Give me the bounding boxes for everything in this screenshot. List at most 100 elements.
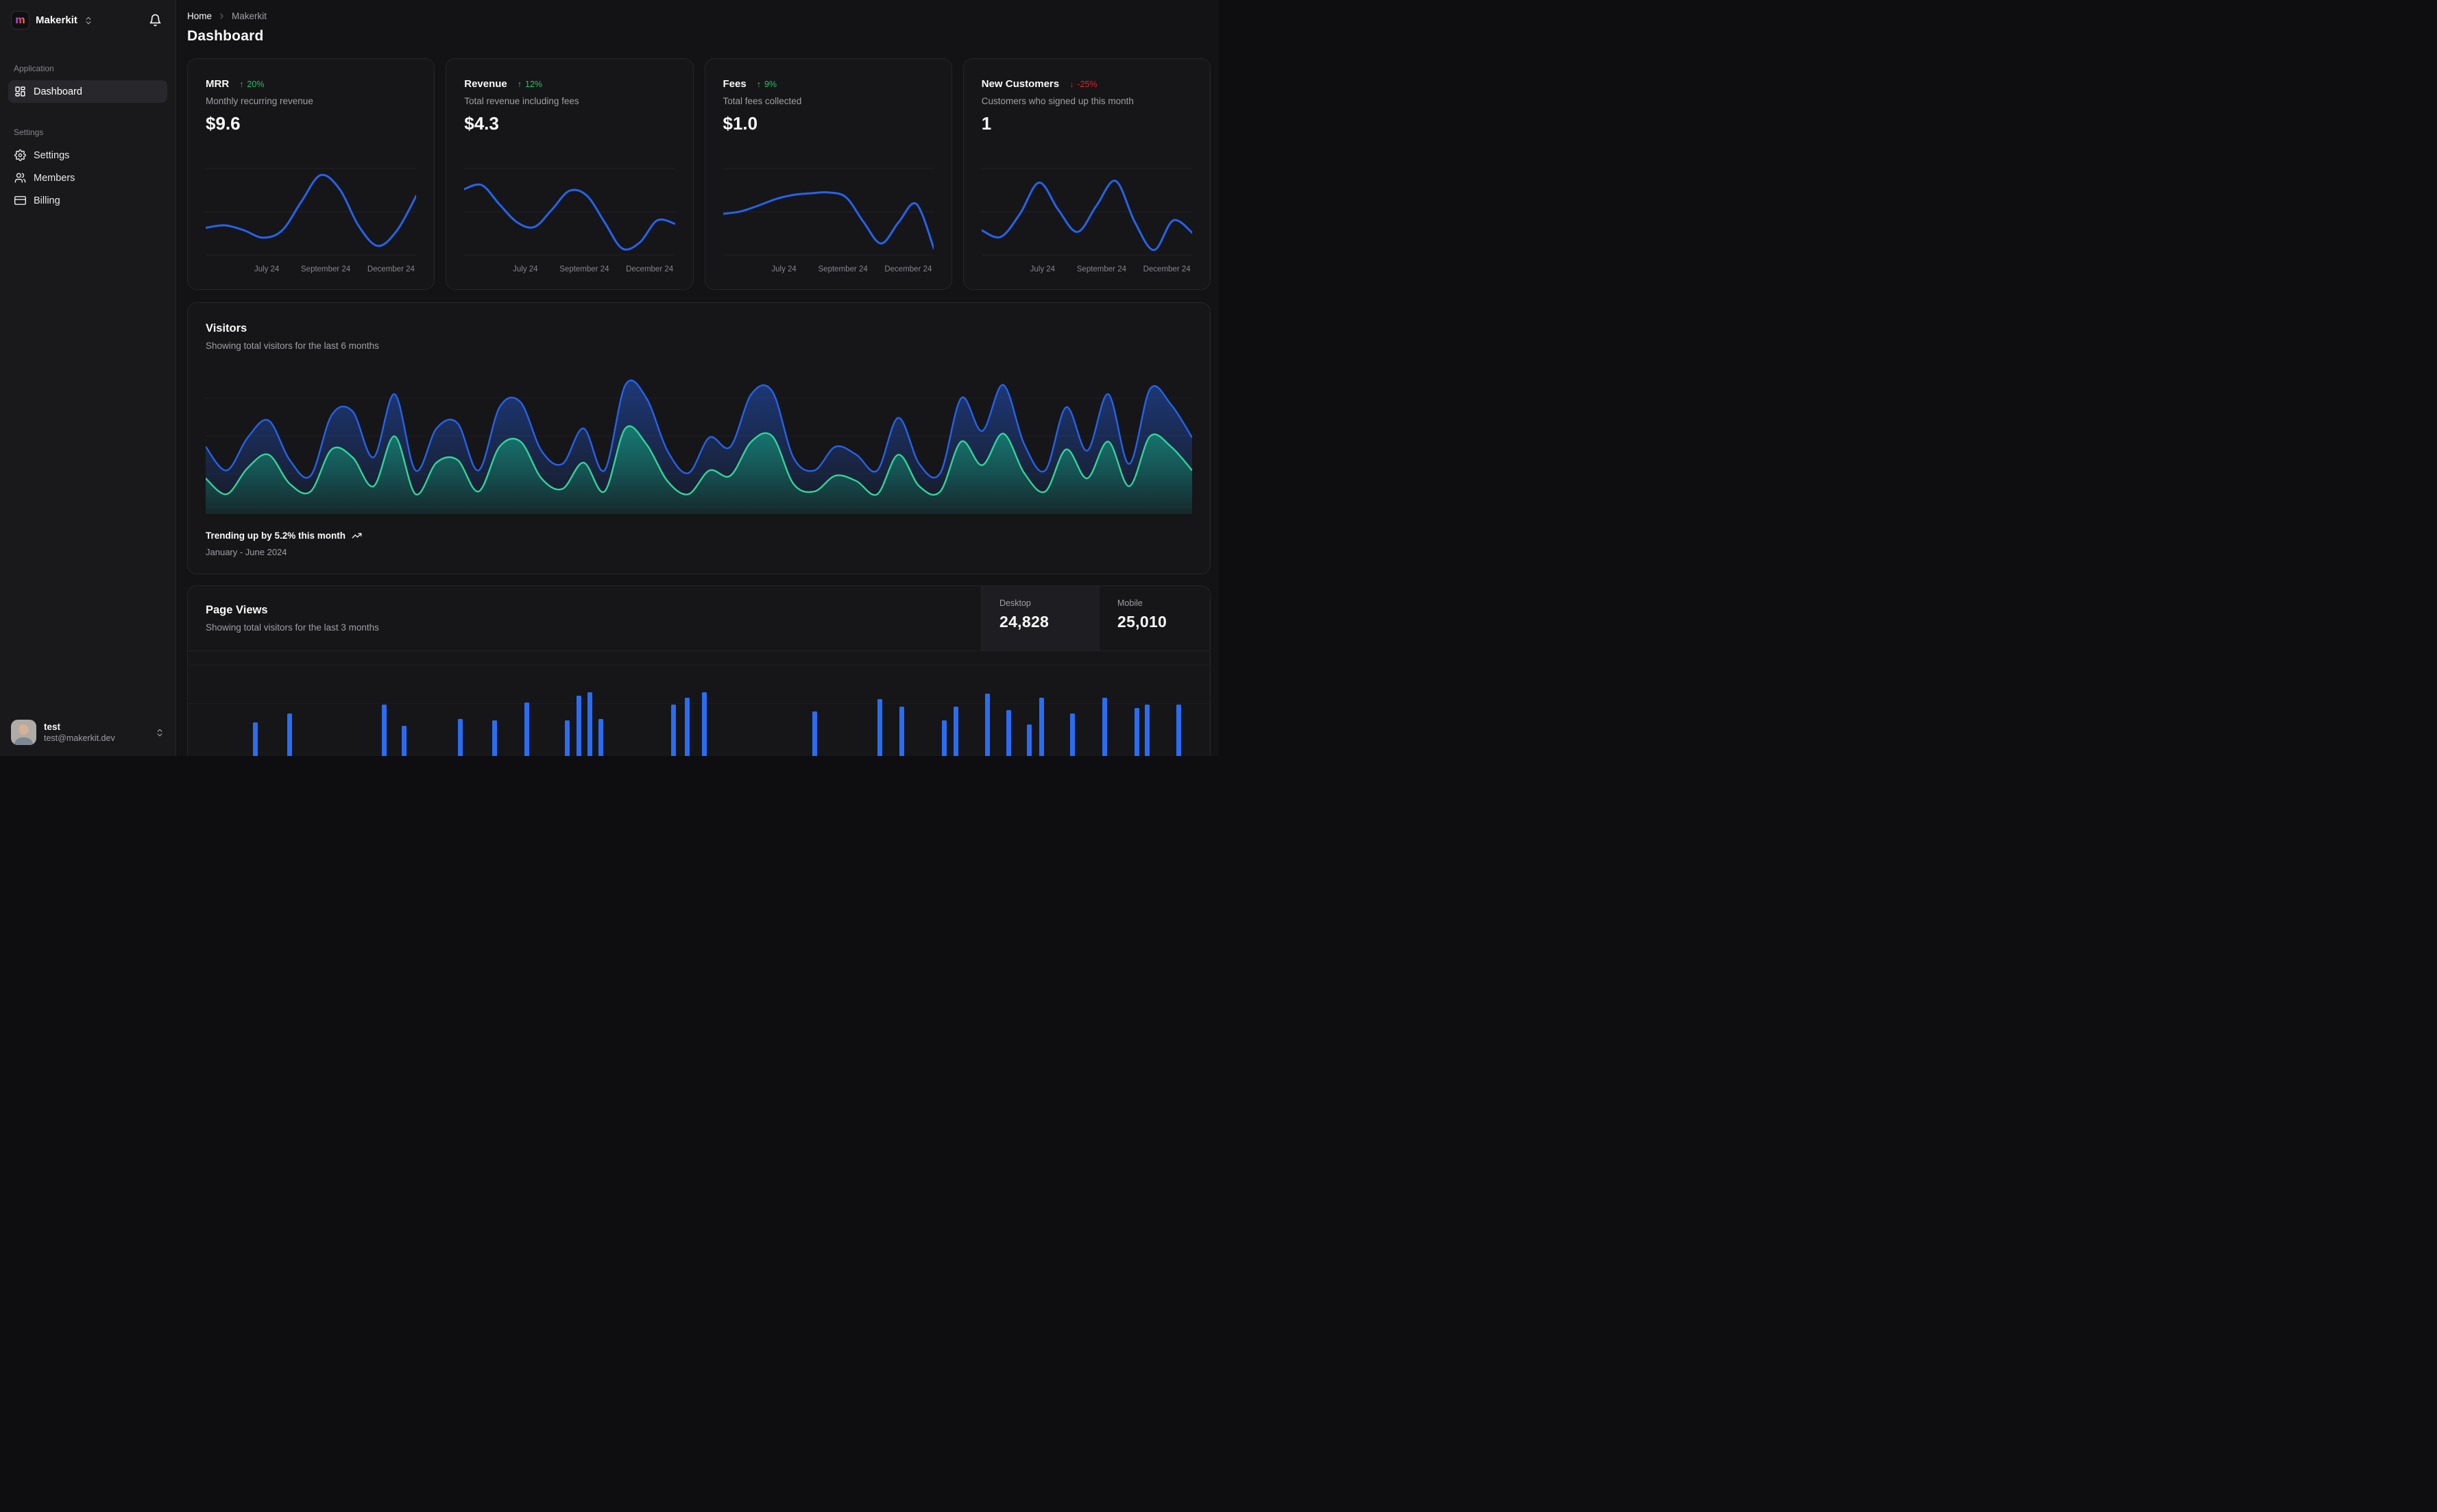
nav-section-label: Settings — [14, 127, 44, 137]
visitors-card: Visitors Showing total visitors for the … — [187, 302, 1211, 574]
page-views-subtitle: Showing total visitors for the last 3 mo… — [206, 622, 379, 633]
visitors-trend-text: Trending up by 5.2% this month — [206, 531, 346, 541]
bar — [382, 705, 387, 756]
bar — [457, 719, 463, 756]
visitors-area-chart — [206, 365, 1192, 514]
main-content: Home Makerkit Dashboard MRR ↑ 20% Monthl… — [176, 0, 1219, 756]
nav-section: Settings Settings Members Billing — [8, 127, 167, 212]
stat-title: New Customers — [981, 78, 1060, 90]
bar — [701, 692, 707, 756]
stat-sparkline-chart — [206, 164, 416, 259]
stat-cards-row: MRR ↑ 20% Monthly recurring revenue $9.6… — [187, 58, 1211, 290]
trend-badge-value: -25% — [1077, 79, 1098, 89]
visitors-trend-line: Trending up by 5.2% this month — [206, 531, 1192, 541]
makerkit-logo: m — [11, 11, 29, 29]
bar — [984, 694, 990, 756]
trend-up-arrow-icon: ↑ — [756, 79, 761, 89]
x-tick-label: July 24 — [254, 265, 280, 273]
bar — [401, 726, 407, 756]
stat-card-new-customers: New Customers ↓ -25% Customers who signe… — [962, 58, 1211, 290]
bar — [812, 711, 817, 756]
sidebar-nav: Application Dashboard Settings Settings Memb… — [7, 64, 169, 717]
stat-sparkline-chart — [464, 164, 675, 259]
user-name: test — [44, 722, 61, 732]
bar — [598, 719, 604, 756]
stat-card-header: New Customers ↓ -25% — [982, 78, 1192, 90]
stat-x-axis-labels: July 24 September 24 December 24 — [206, 265, 416, 276]
stat-title: Fees — [723, 78, 747, 90]
bell-icon — [149, 14, 162, 27]
trend-badge-value: 9% — [764, 79, 777, 89]
workspace-selector[interactable]: m Makerkit — [11, 11, 146, 29]
bar — [576, 696, 581, 756]
x-tick-label: July 24 — [771, 265, 797, 273]
page-views-title: Page Views — [206, 604, 268, 616]
trend-badge: ↑ 9% — [757, 80, 777, 89]
visitors-date-range: January - June 2024 — [206, 547, 287, 557]
x-tick-label: September 24 — [818, 265, 868, 273]
breadcrumb-home-link[interactable]: Home — [187, 11, 212, 21]
bar — [1039, 698, 1044, 756]
breadcrumb-current: Makerkit — [232, 11, 267, 21]
stat-x-axis-labels: July 24 September 24 December 24 — [982, 265, 1192, 276]
gridline — [188, 665, 1210, 666]
x-tick-label: December 24 — [626, 265, 674, 273]
avatar — [11, 720, 36, 745]
user-email: test@makerkit.dev — [44, 733, 115, 743]
x-tick-label: July 24 — [1030, 265, 1056, 273]
sidebar-item-label: Settings — [34, 149, 70, 161]
sidebar-item-members[interactable]: Members — [8, 167, 167, 189]
mobile-label: Mobile — [1117, 598, 1143, 608]
logo-letter: m — [15, 14, 25, 26]
toggle-mobile[interactable]: Mobile 25,010 — [1099, 586, 1210, 650]
trend-up-arrow-icon: ↑ — [517, 79, 522, 89]
gridline — [188, 703, 1210, 704]
stat-x-axis-labels: July 24 September 24 December 24 — [464, 265, 675, 276]
x-tick-label: December 24 — [884, 265, 932, 273]
stat-subtitle: Total fees collected — [723, 96, 802, 106]
settings-icon — [14, 149, 26, 161]
stat-title: Revenue — [464, 78, 507, 90]
stat-card-header: Fees ↑ 9% — [723, 78, 934, 90]
x-tick-label: July 24 — [513, 265, 538, 273]
trend-badge: ↓ -25% — [1069, 80, 1097, 89]
x-tick-label: December 24 — [367, 265, 415, 273]
nav-section-label: Application — [14, 64, 54, 73]
page-views-toggle-group: Desktop 24,828 Mobile 25,010 — [981, 586, 1210, 650]
bar — [492, 720, 498, 756]
user-menu[interactable]: test test@makerkit.dev — [7, 717, 169, 748]
sidebar-item-dashboard[interactable]: Dashboard — [8, 80, 167, 103]
bar — [1134, 708, 1139, 756]
stat-subtitle: Total revenue including fees — [464, 96, 579, 106]
sidebar-item-label: Members — [34, 172, 75, 184]
toggle-desktop[interactable]: Desktop 24,828 — [981, 586, 1099, 650]
user-info: test test@makerkit.dev — [44, 722, 147, 743]
bar — [1006, 710, 1012, 756]
visitors-subtitle: Showing total visitors for the last 6 mo… — [206, 341, 379, 351]
stat-card-revenue: Revenue ↑ 12% Total revenue including fe… — [446, 58, 694, 290]
sidebar-item-billing[interactable]: Billing — [8, 189, 167, 212]
bar — [1027, 724, 1032, 756]
stat-value: $1.0 — [723, 113, 758, 134]
workspace-name: Makerkit — [36, 14, 77, 26]
billing-icon — [14, 195, 26, 206]
sidebar-item-settings[interactable]: Settings — [8, 144, 167, 167]
app-root: m Makerkit Application Dashboard Settings S… — [0, 0, 1219, 756]
bar — [671, 705, 677, 756]
desktop-label: Desktop — [999, 598, 1031, 608]
notifications-button[interactable] — [146, 11, 165, 29]
stat-sparkline-chart — [982, 164, 1192, 259]
trend-up-arrow-icon: ↑ — [239, 79, 244, 89]
stat-value: 1 — [981, 113, 992, 134]
x-tick-label: September 24 — [301, 265, 351, 273]
x-tick-label: September 24 — [1076, 265, 1126, 273]
visitors-title: Visitors — [206, 322, 247, 334]
bar — [565, 720, 570, 756]
page-title: Dashboard — [187, 28, 264, 44]
chevron-right-icon — [217, 12, 226, 21]
sidebar-item-label: Dashboard — [34, 86, 82, 97]
trending-up-icon — [352, 531, 362, 541]
bar — [287, 714, 292, 756]
trend-badge-value: 12% — [525, 79, 543, 89]
trend-badge: ↑ 12% — [518, 80, 542, 89]
